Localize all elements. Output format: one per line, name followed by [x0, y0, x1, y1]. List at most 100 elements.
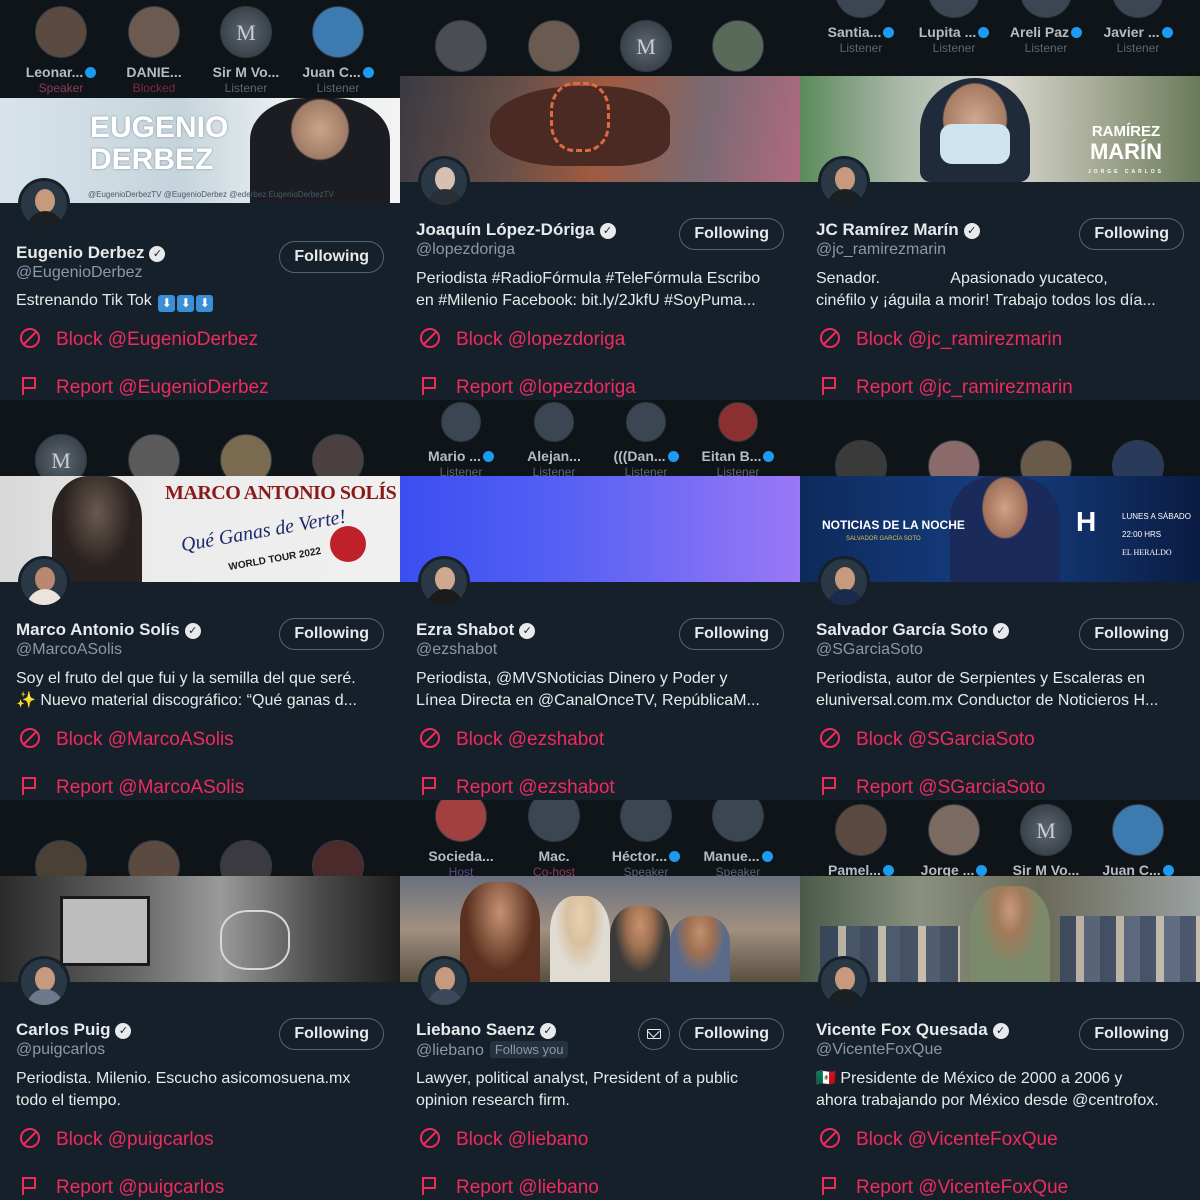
participant[interactable]: Socieda... Host: [415, 800, 507, 876]
profile-card-ramirezmarin: Santia... Listener Lupita ... Listener A…: [800, 0, 1200, 400]
report-menu-item[interactable]: Report @puigcarlos: [20, 1176, 224, 1199]
participant[interactable]: Juan C... Listener: [292, 6, 384, 95]
participant[interactable]: (((Dan... Listener: [600, 402, 692, 476]
participant[interactable]: [692, 20, 784, 72]
participant[interactable]: [15, 840, 107, 876]
following-button[interactable]: Following: [679, 218, 784, 250]
participant[interactable]: [108, 840, 200, 876]
participant[interactable]: Jorge ...: [908, 804, 1000, 876]
participant[interactable]: Eitan B... Listener: [692, 402, 784, 476]
participant-name: Manue...: [703, 848, 760, 864]
report-menu-item[interactable]: Report @SGarciaSoto: [820, 776, 1045, 799]
flag-icon: [20, 1176, 40, 1196]
following-button[interactable]: Following: [279, 1018, 384, 1050]
participant[interactable]: [1000, 440, 1092, 476]
block-menu-item[interactable]: Block @VicenteFoxQue: [820, 1128, 1058, 1151]
block-menu-item[interactable]: Block @SGarciaSoto: [820, 728, 1035, 751]
profile-avatar[interactable]: [818, 956, 870, 1008]
participant[interactable]: M: [15, 434, 107, 476]
following-button[interactable]: Following: [1079, 618, 1184, 650]
participant[interactable]: [415, 20, 507, 72]
following-button[interactable]: Following: [279, 241, 384, 273]
participant[interactable]: Héctor... Speaker: [600, 800, 692, 876]
profile-avatar[interactable]: [818, 556, 870, 608]
display-name[interactable]: Joaquín López-Dóriga ✓: [416, 220, 616, 240]
participant[interactable]: [508, 20, 600, 72]
block-menu-item[interactable]: Block @MarcoASolis: [20, 728, 234, 751]
profile-avatar[interactable]: [18, 178, 70, 230]
participant[interactable]: [292, 434, 384, 476]
participant[interactable]: Manue... Speaker: [692, 800, 784, 876]
participant[interactable]: Javier ... Listener: [1092, 0, 1184, 55]
participant[interactable]: Leonar... Speaker: [15, 6, 107, 95]
participant[interactable]: M Sir M Vo...: [1000, 804, 1092, 876]
report-menu-item[interactable]: Report @lopezdoriga: [420, 376, 636, 399]
display-name[interactable]: Eugenio Derbez ✓: [16, 243, 166, 263]
display-name[interactable]: Liebano Saenz ✓: [416, 1020, 557, 1040]
participant[interactable]: Alejan... Listener: [508, 402, 600, 476]
report-menu-item[interactable]: Report @EugenioDerbez: [20, 376, 269, 399]
message-button[interactable]: [638, 1018, 670, 1050]
display-name[interactable]: Ezra Shabot ✓: [416, 620, 536, 640]
block-menu-item[interactable]: Block @liebano: [420, 1128, 588, 1151]
block-menu-item[interactable]: Block @EugenioDerbez: [20, 328, 258, 351]
user-handle[interactable]: @lopezdoriga: [416, 241, 515, 259]
avatar: [626, 402, 666, 442]
profile-avatar[interactable]: [818, 156, 870, 208]
user-handle[interactable]: @jc_ramirezmarin: [816, 241, 946, 259]
user-handle[interactable]: @VicenteFoxQue: [816, 1041, 942, 1059]
participant-role: Listener: [439, 465, 483, 476]
user-handle[interactable]: @MarcoASolis: [16, 641, 122, 659]
participant-name: Lupita ...: [918, 24, 977, 40]
report-menu-item[interactable]: Report @VicenteFoxQue: [820, 1176, 1068, 1199]
display-name[interactable]: Salvador García Soto ✓: [816, 620, 1009, 640]
profile-avatar[interactable]: [418, 156, 470, 208]
participant[interactable]: [108, 434, 200, 476]
display-name[interactable]: JC Ramírez Marín ✓: [816, 220, 980, 240]
profile-avatar[interactable]: [18, 956, 70, 1008]
participant[interactable]: DANIE... Blocked: [108, 6, 200, 95]
display-name[interactable]: Vicente Fox Quesada ✓: [816, 1020, 1009, 1040]
block-menu-item[interactable]: Block @jc_ramirezmarin: [820, 328, 1062, 351]
block-menu-item[interactable]: Block @lopezdoriga: [420, 328, 625, 351]
participant[interactable]: Santia... Listener: [815, 0, 907, 55]
display-name[interactable]: Marco Antonio Solís ✓: [16, 620, 201, 640]
participant[interactable]: Juan C...: [1092, 804, 1184, 876]
following-button[interactable]: Following: [279, 618, 384, 650]
avatar: [835, 440, 887, 476]
participant[interactable]: M: [600, 20, 692, 72]
block-menu-item[interactable]: Block @ezshabot: [420, 728, 604, 751]
participant[interactable]: [908, 440, 1000, 476]
following-button[interactable]: Following: [1079, 218, 1184, 250]
participant[interactable]: Mac. Co-host: [508, 800, 600, 876]
user-handle[interactable]: @liebano Follows you: [416, 1041, 569, 1060]
profile-avatar[interactable]: [418, 956, 470, 1008]
report-menu-item[interactable]: Report @liebano: [420, 1176, 599, 1199]
following-button[interactable]: Following: [1079, 1018, 1184, 1050]
participant[interactable]: [292, 840, 384, 876]
block-menu-item[interactable]: Block @puigcarlos: [20, 1128, 214, 1151]
participant[interactable]: Lupita ... Listener: [908, 0, 1000, 55]
following-button[interactable]: Following: [679, 618, 784, 650]
participant[interactable]: Areli Paz Listener: [1000, 0, 1092, 55]
user-handle[interactable]: @EugenioDerbez: [16, 264, 143, 282]
user-handle[interactable]: @ezshabot: [416, 641, 497, 659]
report-menu-item[interactable]: Report @MarcoASolis: [20, 776, 244, 799]
following-button[interactable]: Following: [679, 1018, 784, 1050]
participant[interactable]: Pamel...: [815, 804, 907, 876]
participant[interactable]: Mario ... Listener: [415, 402, 507, 476]
participant[interactable]: [1092, 440, 1184, 476]
participant[interactable]: [200, 840, 292, 876]
profile-avatar[interactable]: [418, 556, 470, 608]
report-menu-item[interactable]: Report @ezshabot: [420, 776, 615, 799]
participant[interactable]: M Sir M Vo... Listener: [200, 6, 292, 95]
user-handle[interactable]: @SGarciaSoto: [816, 641, 923, 659]
report-menu-item[interactable]: Report @jc_ramirezmarin: [820, 376, 1073, 399]
user-handle[interactable]: @puigcarlos: [16, 1041, 105, 1059]
profile-bio: Periodista, autor de Serpientes y Escale…: [816, 670, 1159, 709]
banner-photo: [460, 882, 540, 982]
display-name[interactable]: Carlos Puig ✓: [16, 1020, 132, 1040]
participant[interactable]: [200, 434, 292, 476]
participant[interactable]: [815, 440, 907, 476]
profile-avatar[interactable]: [18, 556, 70, 608]
